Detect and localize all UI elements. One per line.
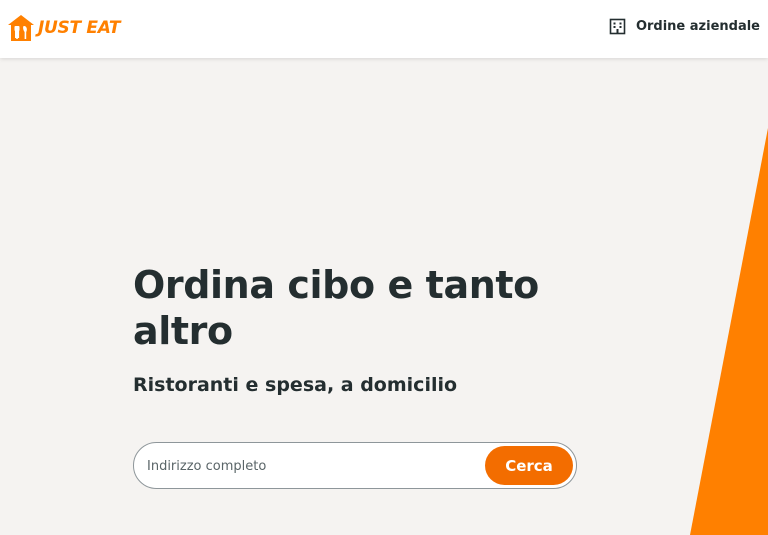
business-order-link[interactable]: Ordine aziendale [609,18,760,35]
brand-name: JUST EAT [38,17,121,38]
address-search-bar: Cerca [133,442,577,489]
search-button[interactable]: Cerca [485,446,573,485]
hero-section: Ordina cibo e tanto altro Ristoranti e s… [133,262,553,396]
just-eat-logo[interactable]: JUST EAT [7,14,121,42]
top-header: JUST EAT Ordine aziendale [0,0,768,58]
business-order-label: Ordine aziendale [635,19,760,34]
house-logo-icon [8,15,34,41]
page-subtitle: Ristoranti e spesa, a domicilio [133,374,458,396]
address-input[interactable] [147,451,477,481]
building-icon [609,18,626,35]
page-title: Ordina cibo e tanto altro [133,263,539,353]
